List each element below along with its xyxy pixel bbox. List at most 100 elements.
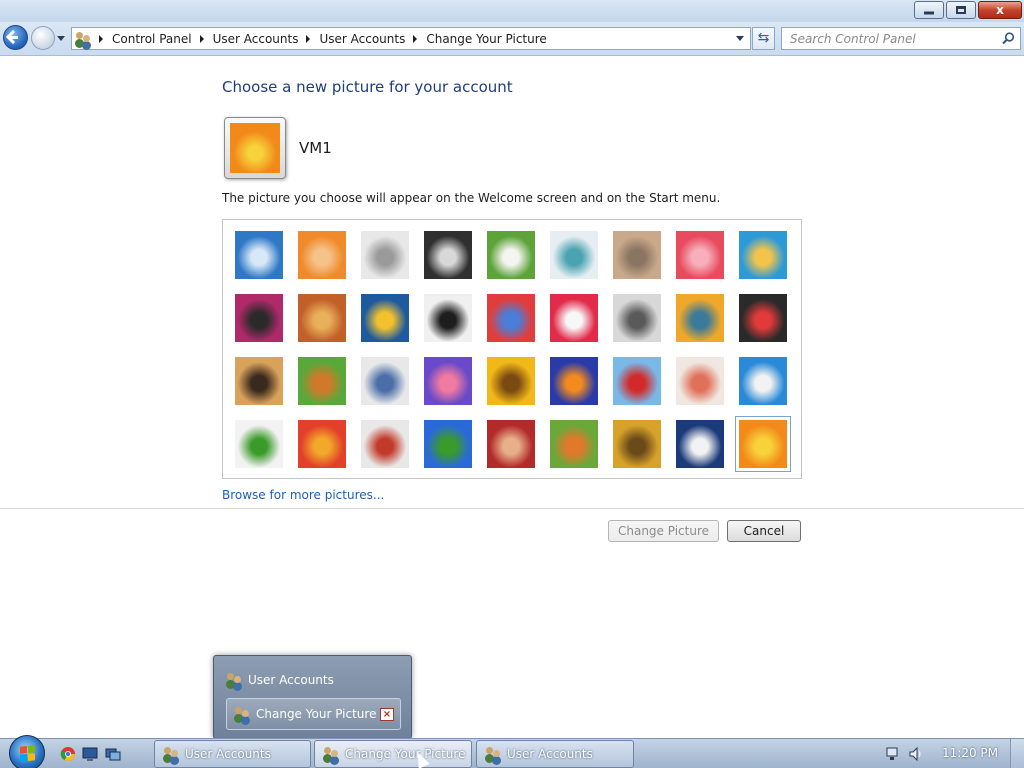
picture-option-crayons[interactable]	[487, 294, 535, 342]
maximize-button[interactable]	[946, 1, 976, 19]
breadcrumb-control-panel[interactable]: Control Panel	[112, 32, 192, 46]
search-icon[interactable]	[1002, 32, 1015, 45]
picture-option-window-tile[interactable]	[424, 420, 472, 468]
breadcrumb-user-accounts-2[interactable]: User Accounts	[319, 32, 405, 46]
window-controls: x	[912, 1, 1022, 19]
picture-option-stairs[interactable]	[676, 294, 724, 342]
browse-pictures-link[interactable]: Browse for more pictures...	[222, 488, 384, 502]
recent-pages-dropdown[interactable]	[57, 36, 65, 41]
show-desktop-button[interactable]	[1010, 739, 1024, 768]
picture-option-pinwheel[interactable]	[739, 231, 787, 279]
close-button[interactable]: x	[978, 1, 1022, 19]
picture-option-rug[interactable]	[487, 420, 535, 468]
forward-button[interactable]	[31, 26, 55, 50]
picture-option-roller-coaster[interactable]	[235, 231, 283, 279]
content-area: Choose a new picture for your account VM…	[0, 56, 1024, 738]
picture-option-guitar[interactable]	[235, 357, 283, 405]
chevron-right-icon[interactable]	[99, 34, 103, 43]
picture-option-sunflower[interactable]	[487, 357, 535, 405]
picture-option-toy-robot[interactable]	[361, 357, 409, 405]
picture-option-kitten[interactable]	[613, 231, 661, 279]
breadcrumb: Control Panel User Accounts User Account…	[91, 28, 547, 49]
popup-item-user-accounts[interactable]: User Accounts	[226, 669, 334, 691]
picture-option-fabric[interactable]	[298, 294, 346, 342]
picture-option-origami-crane[interactable]	[739, 294, 787, 342]
address-bar[interactable]: Control Panel User Accounts User Account…	[71, 27, 751, 50]
taskbar-button-label: Change Your Picture	[345, 747, 466, 761]
picture-option-leaf[interactable]	[361, 294, 409, 342]
popup-item-label: User Accounts	[248, 673, 334, 687]
switch-windows-icon[interactable]	[105, 746, 121, 762]
cancel-button[interactable]: Cancel	[727, 520, 801, 542]
taskbar-button-change-your-picture[interactable]: Change Your Picture	[314, 740, 472, 768]
volume-icon[interactable]	[908, 746, 924, 762]
picture-option-orange-flower[interactable]	[735, 416, 791, 472]
control-panel-icon	[75, 31, 91, 47]
change-picture-button[interactable]: Change Picture	[608, 520, 719, 542]
address-dropdown-icon[interactable]	[736, 36, 744, 41]
picture-option-spinning-top[interactable]	[550, 231, 598, 279]
picture-option-paper-lantern[interactable]	[550, 294, 598, 342]
user-accounts-icon	[234, 706, 250, 722]
show-desktop-quicklaunch-icon[interactable]	[82, 746, 98, 762]
close-icon[interactable]: ×	[380, 708, 394, 721]
picture-option-flower[interactable]	[676, 231, 724, 279]
user-accounts-icon	[323, 746, 339, 762]
picture-option-basket[interactable]	[613, 420, 661, 468]
close-icon: x	[996, 3, 1004, 17]
picture-option-sailboat[interactable]	[739, 357, 787, 405]
picture-option-doll[interactable]	[676, 357, 724, 405]
page-title: Choose a new picture for your account	[222, 78, 513, 96]
picture-option-marbles[interactable]	[361, 420, 409, 468]
picture-grid	[222, 219, 802, 479]
chevron-right-icon[interactable]	[306, 34, 311, 43]
breadcrumb-change-your-picture[interactable]: Change Your Picture	[426, 32, 546, 46]
chevron-right-icon[interactable]	[199, 34, 204, 43]
minimize-icon	[924, 11, 934, 15]
picture-option-robot-dog[interactable]	[361, 231, 409, 279]
picture-option-butterfly[interactable]	[550, 420, 598, 468]
picture-option-lighthouse[interactable]	[676, 420, 724, 468]
chevron-right-icon[interactable]	[413, 34, 418, 43]
picture-option-fish[interactable]	[550, 357, 598, 405]
taskbar-button-user-accounts-2[interactable]: User Accounts	[476, 740, 634, 768]
picture-option-silk[interactable]	[298, 420, 346, 468]
title-bar: x	[0, 0, 1024, 22]
clock[interactable]: 11:20 PM	[942, 746, 998, 760]
user-accounts-icon	[226, 672, 242, 688]
taskbar-button-label: User Accounts	[185, 747, 271, 761]
divider	[0, 508, 1024, 509]
picture-option-scarf[interactable]	[424, 357, 472, 405]
user-accounts-icon	[163, 746, 179, 762]
current-account-picture	[224, 117, 286, 179]
system-tray: 11:20 PM	[884, 739, 1024, 768]
picture-option-lucky-cat[interactable]	[487, 231, 535, 279]
network-icon[interactable]	[884, 746, 900, 762]
taskbar: User Accounts Change Your Picture User A…	[0, 735, 1024, 768]
navigation-bar: Control Panel User Accounts User Account…	[0, 22, 1024, 56]
search-placeholder: Search Control Panel	[790, 32, 916, 46]
orange-flower-icon	[230, 123, 280, 173]
picture-option-record-player[interactable]	[424, 231, 472, 279]
picture-option-soccer-ball[interactable]	[235, 420, 283, 468]
taskbar-button-user-accounts[interactable]: User Accounts	[154, 740, 311, 768]
start-button[interactable]	[9, 735, 45, 768]
picture-option-puppy[interactable]	[298, 357, 346, 405]
picture-option-ball[interactable]	[235, 294, 283, 342]
description-text: The picture you choose will appear on th…	[222, 191, 721, 205]
maximize-icon	[956, 6, 966, 14]
chrome-icon[interactable]	[60, 746, 76, 762]
back-button[interactable]	[3, 25, 28, 50]
search-input[interactable]: Search Control Panel	[781, 27, 1021, 50]
windows-logo-icon	[20, 745, 35, 762]
minimize-button[interactable]	[914, 1, 944, 19]
picture-option-hot-air-balloon[interactable]	[613, 357, 661, 405]
picture-option-dog[interactable]	[424, 294, 472, 342]
popup-item-change-your-picture[interactable]: Change Your Picture ×	[226, 698, 401, 730]
picture-option-jacks[interactable]	[613, 294, 661, 342]
refresh-button[interactable]: ⇆	[752, 27, 775, 50]
taskbar-group-popup: User Accounts Change Your Picture ×	[213, 655, 412, 739]
breadcrumb-user-accounts[interactable]: User Accounts	[213, 32, 299, 46]
popup-item-label: Change Your Picture	[256, 707, 377, 721]
picture-option-starfish[interactable]	[298, 231, 346, 279]
